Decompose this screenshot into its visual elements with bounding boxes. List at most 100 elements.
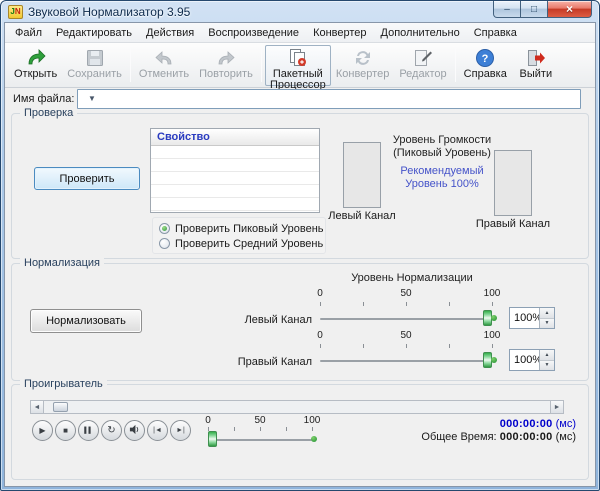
menu-playback[interactable]: Воспроизведение xyxy=(201,24,306,42)
properties-table-header: Свойство xyxy=(151,129,319,146)
total-time: Общее Время: 000:00:00 (мс) xyxy=(421,431,576,443)
radio-average-level[interactable]: Проверить Средний Уровень xyxy=(159,236,325,251)
left-channel-meter xyxy=(343,142,381,208)
right-channel-label: Правый Канал xyxy=(475,218,551,230)
spin-down-button[interactable]: ▼ xyxy=(540,360,554,370)
help-button[interactable]: ? Справка xyxy=(459,45,512,86)
toolbar-separator xyxy=(129,48,131,82)
seek-bar[interactable]: ◄ ► xyxy=(30,400,564,414)
editor-icon xyxy=(412,47,434,69)
slider-end-dot xyxy=(491,357,497,363)
table-row xyxy=(151,185,319,198)
total-time-value: 000:00:00 xyxy=(499,431,553,443)
spinner-buttons: ▲ ▼ xyxy=(539,308,554,328)
loop-icon: ↻ xyxy=(107,424,116,436)
current-time-value: 000:00:00 xyxy=(499,418,553,430)
close-icon: × xyxy=(565,2,573,16)
next-icon: ►| xyxy=(176,427,185,434)
radio-peak-level[interactable]: Проверить Пиковый Уровень xyxy=(159,221,325,236)
filename-combobox[interactable]: ▼ xyxy=(77,89,581,109)
left-channel-slider[interactable]: 0 50 100 xyxy=(317,288,500,332)
dropdown-arrow-icon[interactable]: ▼ xyxy=(88,94,96,103)
tick-label: 100 xyxy=(483,330,501,341)
player-group: Проигрыватель ◄ ► ▶ ■ ▌▌ ↻ |◄ ►| 0 50 10… xyxy=(11,378,589,480)
play-button[interactable]: ▶ xyxy=(32,420,53,441)
volume-slider[interactable]: 0 50 100 xyxy=(205,415,320,453)
left-level-spinner[interactable]: 100% ▲ ▼ xyxy=(509,307,555,329)
menu-actions[interactable]: Действия xyxy=(139,24,201,42)
total-time-unit: (мс) xyxy=(555,431,576,443)
check-group: Проверка Проверить Свойство Проверить Пи… xyxy=(11,107,589,259)
previous-button[interactable]: |◄ xyxy=(147,420,168,441)
open-button[interactable]: Открыть xyxy=(9,45,62,86)
current-time-unit: (мс) xyxy=(555,418,576,430)
tick-label: 0 xyxy=(205,415,211,426)
right-channel-slider[interactable]: 0 50 100 xyxy=(317,330,500,374)
normalization-group: Нормализация Нормализовать Уровень Норма… xyxy=(11,257,589,381)
help-icon: ? xyxy=(474,47,496,69)
close-button[interactable]: × xyxy=(548,1,592,18)
exit-icon xyxy=(525,47,547,69)
slider-end-dot xyxy=(491,315,497,321)
menu-help[interactable]: Справка xyxy=(467,24,524,42)
next-button[interactable]: ►| xyxy=(170,420,191,441)
title-bar[interactable]: JN Звуковой Нормализатор 3.95 – □ × xyxy=(1,1,599,23)
minimize-button[interactable]: – xyxy=(493,1,521,18)
left-channel-label: Левый Канал xyxy=(328,210,396,222)
svg-text:?: ? xyxy=(482,53,489,65)
undo-button[interactable]: Отменить xyxy=(134,45,194,86)
converter-button[interactable]: Конвертер xyxy=(331,45,394,86)
normalize-button[interactable]: Нормализовать xyxy=(30,309,142,333)
slider-track[interactable] xyxy=(320,360,492,362)
undo-icon xyxy=(153,47,175,69)
player-group-title: Проигрыватель xyxy=(20,378,107,390)
speaker-icon xyxy=(129,424,140,437)
stop-button[interactable]: ■ xyxy=(55,420,76,441)
volume-button[interactable] xyxy=(124,420,145,441)
tick-label: 50 xyxy=(400,288,412,299)
loop-button[interactable]: ↻ xyxy=(101,420,122,441)
menu-converter[interactable]: Конвертер xyxy=(306,24,373,42)
redo-button[interactable]: Повторить xyxy=(194,45,258,86)
filename-label: Имя файла: xyxy=(13,93,75,105)
spin-up-button[interactable]: ▲ xyxy=(540,308,554,319)
tick-label: 0 xyxy=(317,330,323,341)
tick-label: 50 xyxy=(400,330,412,341)
slider-track[interactable] xyxy=(320,318,492,320)
spin-up-button[interactable]: ▲ xyxy=(540,350,554,361)
app-window: JN Звуковой Нормализатор 3.95 – □ × Файл… xyxy=(0,0,600,491)
exit-button[interactable]: Выйти xyxy=(512,45,560,86)
save-button[interactable]: Сохранить xyxy=(62,45,127,86)
spin-down-button[interactable]: ▼ xyxy=(540,318,554,328)
menu-extra[interactable]: Дополнительно xyxy=(374,24,467,42)
current-time: 000:00:00 (мс) xyxy=(500,418,576,430)
toolbar-separator xyxy=(454,48,456,82)
seek-left-button[interactable]: ◄ xyxy=(31,401,44,413)
slider-end-dot xyxy=(311,436,317,442)
toolbar-separator xyxy=(260,48,262,82)
right-channel-slider-label: Правый Канал xyxy=(237,356,312,368)
maximize-icon: □ xyxy=(530,3,538,15)
window-title: Звуковой Нормализатор 3.95 xyxy=(28,5,191,19)
spinner-value: 100% xyxy=(514,354,543,366)
play-icon: ▶ xyxy=(39,425,46,435)
recommended-level-text: Рекомендуемый Уровень 100% xyxy=(400,165,484,190)
batch-processor-button[interactable]: Пакетный Процессор xyxy=(264,44,331,90)
editor-button[interactable]: Редактор xyxy=(394,45,451,86)
check-group-title: Проверка xyxy=(20,107,78,119)
slider-thumb[interactable] xyxy=(208,431,217,447)
menu-file[interactable]: Файл xyxy=(8,24,49,42)
seek-right-button[interactable]: ► xyxy=(550,401,563,413)
seek-thumb[interactable] xyxy=(53,402,68,412)
check-button[interactable]: Проверить xyxy=(34,167,140,190)
right-level-spinner[interactable]: 100% ▲ ▼ xyxy=(509,349,555,371)
pause-button[interactable]: ▌▌ xyxy=(78,420,99,441)
tick-label: 50 xyxy=(254,415,266,426)
slider-track[interactable] xyxy=(208,439,312,441)
menu-edit[interactable]: Редактировать xyxy=(49,24,139,42)
converter-icon xyxy=(352,47,374,69)
maximize-button[interactable]: □ xyxy=(521,1,548,18)
left-channel-slider-label: Левый Канал xyxy=(244,314,312,326)
properties-table[interactable]: Свойство xyxy=(150,128,320,213)
table-row xyxy=(151,172,319,185)
